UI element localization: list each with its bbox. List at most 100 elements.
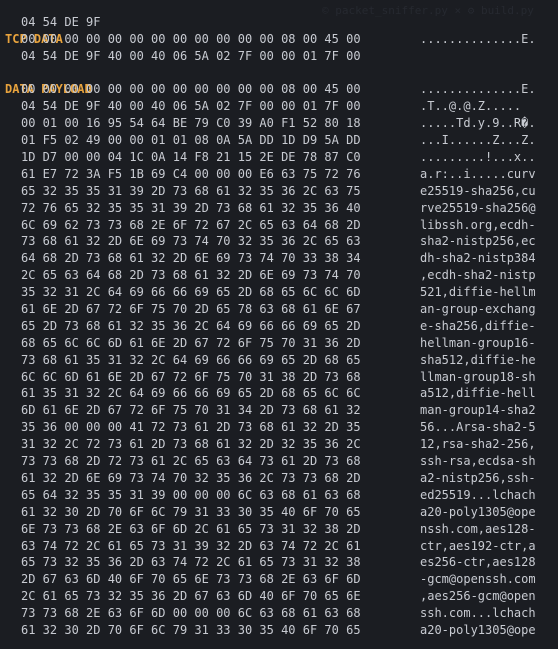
hex-bytes: 2C 65 63 64 68 2D 73 68 61 32 2D 6E 69 7… (21, 268, 361, 283)
hex-bytes: 61 35 31 32 2C 64 69 66 66 69 65 2D 68 6… (21, 386, 361, 401)
ascii-text: .........!...x.. (420, 150, 536, 165)
hex-row: 61 E7 72 3A F5 1B 69 C4 00 00 00 E6 63 7… (0, 166, 558, 183)
hex-row: 73 73 68 2D 72 73 61 2C 65 63 64 73 61 2… (0, 453, 558, 470)
section-header-tcp: TCP DATA (0, 14, 558, 46)
hex-row: 2C 65 63 64 68 2D 73 68 61 32 2D 6E 69 7… (0, 267, 558, 284)
section-header-payload: DATA PAYLOAD (0, 65, 558, 96)
hex-row: 61 32 30 2D 70 6F 6C 79 31 33 30 35 40 6… (0, 504, 558, 521)
ascii-text: sha2-nistp256,ec (420, 234, 536, 249)
hex-bytes: 35 36 00 00 00 41 72 73 61 2D 73 68 61 3… (21, 420, 361, 435)
ascii-text: ctr,aes192-ctr,a (420, 538, 536, 553)
hex-bytes: 65 32 35 35 31 39 2D 73 68 61 32 35 36 2… (21, 183, 361, 198)
hex-bytes: 2C 61 65 73 32 35 36 2D 67 63 6D 40 6F 7… (21, 589, 361, 604)
hex-bytes: 64 68 2D 73 68 61 32 2D 6E 69 73 74 70 3… (21, 251, 361, 266)
hex-row: 35 36 00 00 00 41 72 73 61 2D 73 68 61 3… (0, 419, 558, 436)
hex-bytes: 6D 61 6E 2D 67 72 6F 75 70 31 34 2D 73 6… (21, 403, 361, 418)
ascii-text: ssh-rsa,ecdsa-sh (420, 454, 536, 469)
hex-row: 2D 67 63 6D 40 6F 70 65 6E 73 73 68 2E 6… (0, 571, 558, 588)
hex-row: 61 35 31 32 2C 64 69 66 66 69 65 2D 68 6… (0, 385, 558, 402)
ascii-text: ..............E. (420, 82, 536, 97)
hex-row: 00 00 00 00 00 00 00 00 00 00 00 00 08 0… (0, 31, 558, 48)
hex-row: 00 00 00 00 00 00 00 00 00 00 00 00 08 0… (0, 81, 558, 98)
tcp-data-rows: 00 00 00 00 00 00 00 00 00 00 00 00 08 0… (0, 31, 558, 65)
hex-row: 00 01 00 16 95 54 64 BE 79 C0 39 A0 F1 5… (0, 115, 558, 132)
hex-row: 04 54 DE 9F (0, 0, 558, 29)
hex-bytes: 04 54 DE 9F 40 00 40 06 5A 02 7F 00 00 0… (21, 99, 361, 114)
ascii-text: rve25519-sha256@ (420, 200, 536, 215)
hex-row: 73 68 61 32 2D 6E 69 73 74 70 32 35 36 2… (0, 233, 558, 250)
ascii-text: 521,diffie-hellm (420, 285, 536, 300)
hex-bytes: 73 73 68 2E 63 6F 6D 00 00 00 6C 63 68 6… (21, 606, 361, 621)
hex-bytes: 65 2D 73 68 61 32 35 36 2C 64 69 66 66 6… (21, 318, 361, 333)
ascii-text: ,aes256-gcm@open (420, 589, 536, 604)
hex-bytes: 00 00 00 00 00 00 00 00 00 00 00 00 08 0… (21, 82, 361, 97)
ascii-text: a20-poly1305@ope (420, 622, 536, 637)
hex-row: 63 74 72 2C 61 65 73 31 39 32 2D 63 74 7… (0, 538, 558, 555)
hex-row: 6C 69 62 73 73 68 2E 6F 72 67 2C 65 63 6… (0, 217, 558, 234)
ascii-text: a2-nistp256,ssh- (420, 470, 536, 485)
hex-row: 61 32 30 2D 70 6F 6C 79 31 33 30 35 40 6… (0, 622, 558, 639)
hex-row: 04 54 DE 9F 40 00 40 06 5A 02 7F 00 00 0… (0, 98, 558, 115)
ascii-text: ..............E. (420, 31, 536, 46)
hex-row: 6C 6C 6D 61 6E 2D 67 72 6F 75 70 31 38 2… (0, 369, 558, 386)
ascii-text: ssh.com...lchach (420, 606, 536, 621)
hex-bytes: 6C 69 62 73 73 68 2E 6F 72 67 2C 65 63 6… (21, 217, 361, 232)
hex-bytes: 61 32 30 2D 70 6F 6C 79 31 33 30 35 40 6… (21, 504, 361, 519)
ascii-text: 12,rsa-sha2-256, (420, 437, 536, 452)
hex-bytes: 35 32 31 2C 64 69 66 66 69 65 2D 68 65 6… (21, 285, 361, 300)
hex-bytes: 61 32 30 2D 70 6F 6C 79 31 33 30 35 40 6… (21, 622, 361, 637)
ascii-text: es256-ctr,aes128 (420, 555, 536, 570)
hex-row: 61 6E 2D 67 72 6F 75 70 2D 65 78 63 68 6… (0, 301, 558, 318)
hex-row: 65 32 35 35 31 39 2D 73 68 61 32 35 36 2… (0, 183, 558, 200)
hex-bytes: 65 73 32 35 36 2D 63 74 72 2C 61 65 73 3… (21, 555, 361, 570)
ascii-text: dh-sha2-nistp384 (420, 251, 536, 266)
hex-bytes: 65 64 32 35 35 31 39 00 00 00 6C 63 68 6… (21, 487, 361, 502)
hex-bytes: 63 74 72 2C 61 65 73 31 39 32 2D 63 74 7… (21, 538, 361, 553)
hex-row: 31 32 2C 72 73 61 2D 73 68 61 32 2D 32 3… (0, 436, 558, 453)
hex-row: 73 73 68 2E 63 6F 6D 00 00 00 6C 63 68 6… (0, 605, 558, 622)
ascii-text: ed25519...lchach (420, 487, 536, 502)
hex-bytes: 04 54 DE 9F 40 00 40 06 5A 02 7F 00 00 0… (21, 48, 361, 63)
ascii-text: a.r:..i.....curv (420, 166, 536, 181)
ascii-text: a512,diffie-hell (420, 386, 536, 401)
hex-row: 1D D7 00 00 04 1C 0A 14 F8 21 15 2E DE 7… (0, 149, 558, 166)
hex-bytes: 61 E7 72 3A F5 1B 69 C4 00 00 00 E6 63 7… (21, 166, 361, 181)
hex-row: 6D 61 6E 2D 67 72 6F 75 70 31 34 2D 73 6… (0, 402, 558, 419)
ascii-text: hellman-group16- (420, 335, 536, 350)
hex-row: 65 64 32 35 35 31 39 00 00 00 6C 63 68 6… (0, 487, 558, 504)
hex-bytes: 31 32 2C 72 73 61 2D 73 68 61 32 2D 32 3… (21, 437, 361, 452)
hex-bytes: 61 6E 2D 67 72 6F 75 70 2D 65 78 63 68 6… (21, 302, 361, 317)
ascii-text: sha512,diffie-he (420, 352, 536, 367)
hex-row: 65 2D 73 68 61 32 35 36 2C 64 69 66 66 6… (0, 318, 558, 335)
hex-bytes: 6C 6C 6D 61 6E 2D 67 72 6F 75 70 31 38 2… (21, 369, 361, 384)
ascii-text: 56...Arsa-sha2-5 (420, 420, 536, 435)
ascii-text: man-group14-sha2 (420, 403, 536, 418)
hex-row: 73 68 61 35 31 32 2C 64 69 66 66 69 65 2… (0, 352, 558, 369)
hex-bytes: 73 68 61 32 2D 6E 69 73 74 70 32 35 36 2… (21, 234, 361, 249)
ascii-text: ...I......Z...Z. (420, 133, 536, 148)
ascii-text: libssh.org,ecdh- (420, 217, 536, 232)
hex-row: 04 54 DE 9F 40 00 40 06 5A 02 7F 00 00 0… (0, 48, 558, 65)
hex-bytes: 73 68 61 35 31 32 2C 64 69 66 66 69 65 2… (21, 352, 361, 367)
ascii-text: .....Td.y.9..R�. (420, 116, 536, 131)
hex-bytes: 00 00 00 00 00 00 00 00 00 00 00 00 08 0… (21, 31, 361, 46)
hex-bytes: 01 F5 02 49 00 00 01 01 08 0A 5A DD 1D D… (21, 133, 361, 148)
payload-data-rows: 00 00 00 00 00 00 00 00 00 00 00 00 08 0… (0, 81, 558, 638)
ascii-text: e-sha256,diffie- (420, 318, 536, 333)
ascii-text: llman-group18-sh (420, 369, 536, 384)
hex-dump: 04 54 DE 9F TCP DATA 00 00 00 00 00 00 0… (0, 0, 558, 639)
ascii-text: .T..@.@.Z..... (420, 99, 522, 114)
ascii-text: ,ecdh-sha2-nistp (420, 268, 536, 283)
hex-row: 35 32 31 2C 64 69 66 66 69 65 2D 68 65 6… (0, 284, 558, 301)
ascii-text: an-group-exchang (420, 302, 536, 317)
hex-row: 72 76 65 32 35 35 31 39 2D 73 68 61 32 3… (0, 200, 558, 217)
terminal-window: © packet_sniffer.py × ⚙ build.py 04 54 D… (0, 0, 558, 649)
hex-bytes: 68 65 6C 6C 6D 61 6E 2D 67 72 6F 75 70 3… (21, 335, 361, 350)
hex-bytes: 2D 67 63 6D 40 6F 70 65 6E 73 73 68 2E 6… (21, 572, 361, 587)
hex-bytes: 6E 73 73 68 2E 63 6F 6D 2C 61 65 73 31 3… (21, 521, 361, 536)
hex-row: 68 65 6C 6C 6D 61 6E 2D 67 72 6F 75 70 3… (0, 335, 558, 352)
hex-row: 65 73 32 35 36 2D 63 74 72 2C 61 65 73 3… (0, 554, 558, 571)
hex-bytes: 72 76 65 32 35 35 31 39 2D 73 68 61 32 3… (21, 200, 361, 215)
hex-row: 6E 73 73 68 2E 63 6F 6D 2C 61 65 73 31 3… (0, 521, 558, 538)
hex-row: 01 F5 02 49 00 00 01 01 08 0A 5A DD 1D D… (0, 132, 558, 149)
